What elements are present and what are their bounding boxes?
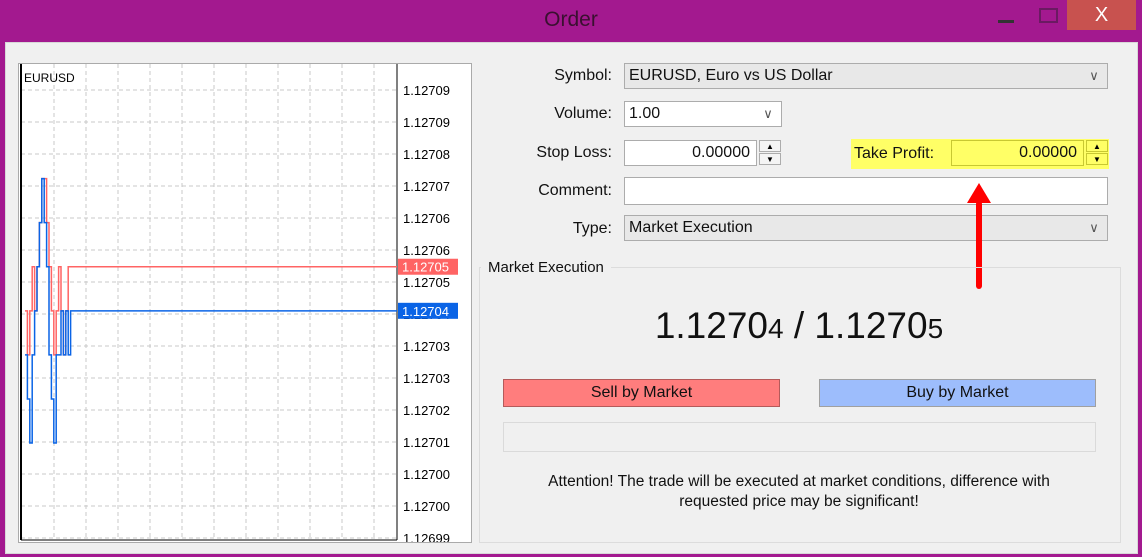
window-title: Order: [544, 8, 598, 31]
close-icon: X: [1094, 3, 1109, 26]
title-bar: Order X: [0, 0, 1142, 42]
close-button[interactable]: X: [1067, 0, 1136, 30]
spin-up-icon[interactable]: ▲: [1086, 140, 1108, 152]
maximize-button[interactable]: [1034, 0, 1062, 30]
attention-message: Attention! The trade will be executed at…: [479, 472, 1119, 512]
chart-symbol-label: EURUSD: [24, 71, 75, 85]
market-execution-title: Market Execution: [481, 259, 611, 276]
spin-down-icon[interactable]: ▼: [759, 153, 781, 165]
dialog-body: 1.12709 1.12709 1.12708 1.12707 1.12706 1.127…: [5, 42, 1138, 554]
y-tick-label: 1.12708: [403, 147, 450, 162]
buy-by-market-button[interactable]: Buy by Market: [819, 379, 1096, 407]
bid-price-main: 1.1270: [654, 305, 768, 346]
stop-loss-input[interactable]: 0.00000: [624, 140, 757, 166]
attention-line-2: requested price may be significant!: [679, 493, 919, 510]
take-profit-label: Take Profit:: [854, 145, 935, 162]
ask-price-main: 1.1270: [814, 305, 928, 346]
y-tick-label: 1.12703: [403, 339, 450, 354]
chevron-down-icon: ∨: [1089, 220, 1099, 235]
ask-price-last-digit: 5: [927, 313, 944, 344]
maximize-icon: [1038, 7, 1058, 23]
bid-price-tag: 1.12704: [402, 304, 449, 319]
y-tick-label: 1.12703: [403, 371, 450, 386]
take-profit-value: 0.00000: [1019, 144, 1077, 161]
y-tick-label: 1.12702: [403, 403, 450, 418]
y-tick-label: 1.12706: [403, 211, 450, 226]
series-ask-line: [25, 177, 397, 356]
sell-by-market-button[interactable]: Sell by Market: [503, 379, 780, 407]
y-tick-label: 1.12699: [403, 531, 450, 542]
chevron-down-icon: ∨: [1089, 68, 1099, 83]
y-tick-label: 1.12700: [403, 499, 450, 514]
symbol-select[interactable]: EURUSD, Euro vs US Dollar ∨: [624, 63, 1108, 89]
y-tick-label: 1.12709: [403, 115, 450, 130]
y-tick-label: 1.12701: [403, 435, 450, 450]
type-label: Type:: [572, 220, 612, 237]
take-profit-spinner[interactable]: ▲ ▼: [1086, 140, 1108, 166]
volume-combobox[interactable]: 1.00 ∨: [624, 101, 782, 127]
ask-price-tag: 1.12705: [402, 260, 449, 275]
type-select[interactable]: Market Execution ∨: [624, 215, 1108, 241]
price-separator: /: [783, 305, 815, 346]
attention-line-1: Attention! The trade will be executed at…: [548, 473, 1050, 490]
spin-down-icon[interactable]: ▼: [1086, 153, 1108, 165]
type-value: Market Execution: [629, 219, 753, 236]
tick-chart-svg: 1.12709 1.12709 1.12708 1.12707 1.12706 1.127…: [20, 64, 458, 542]
y-tick-label: 1.12705: [403, 275, 450, 290]
minimize-button[interactable]: [992, 0, 1020, 30]
execution-status-bar: [503, 422, 1096, 452]
comment-label: Comment:: [538, 182, 612, 199]
stop-loss-value: 0.00000: [692, 144, 750, 161]
bid-ask-quote: 1.12704 / 1.12705: [479, 305, 1119, 347]
chevron-down-icon: ∨: [763, 106, 773, 121]
volume-value: 1.00: [629, 105, 661, 122]
y-tick-label: 1.12700: [403, 467, 450, 482]
comment-input[interactable]: [624, 177, 1108, 205]
symbol-label: Symbol:: [554, 67, 612, 84]
volume-label: Volume:: [554, 105, 612, 122]
take-profit-input[interactable]: 0.00000: [951, 140, 1084, 166]
y-tick-label: 1.12706: [403, 243, 450, 258]
symbol-value: EURUSD, Euro vs US Dollar: [629, 67, 833, 84]
tick-chart: 1.12709 1.12709 1.12708 1.12707 1.12706 1.127…: [18, 63, 472, 543]
y-tick-label: 1.12707: [403, 179, 450, 194]
bid-price-last-digit: 4: [768, 313, 784, 344]
minimize-icon: [998, 19, 1014, 23]
stop-loss-spinner[interactable]: ▲ ▼: [759, 140, 781, 166]
y-tick-label: 1.12709: [403, 83, 450, 98]
stop-loss-label: Stop Loss:: [536, 144, 612, 161]
spin-up-icon[interactable]: ▲: [759, 140, 781, 152]
